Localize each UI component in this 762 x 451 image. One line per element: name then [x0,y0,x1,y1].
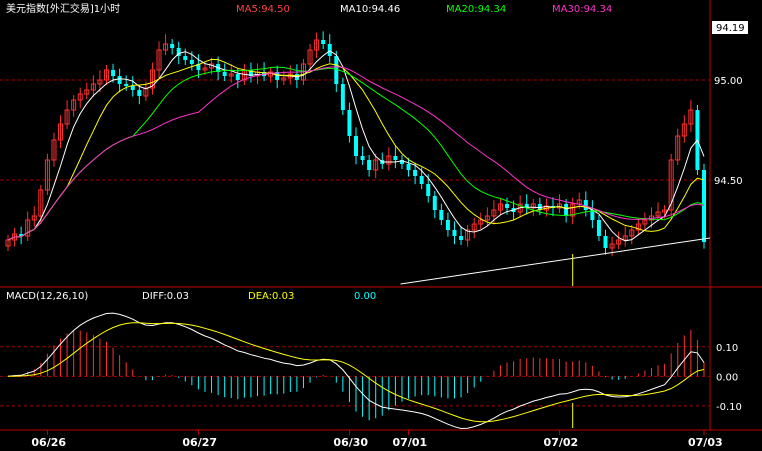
candle-down [439,210,444,220]
candle-down [596,220,601,236]
x-tick-label: 06/30 [333,436,368,449]
candle-down [419,176,424,184]
candle-down [189,60,194,64]
macd-readout: 0.00 [354,291,376,302]
x-tick-label: 06/27 [182,436,217,449]
candle-down [124,84,129,86]
candle-down [117,76,122,84]
candle-down [235,74,240,80]
candle-down [360,156,365,160]
candle-down [347,110,352,136]
y-axis-ticks: 95.00 94.50 0.10 0.00 -0.10 [714,76,743,413]
price-y-tick: 95.00 [714,76,743,87]
chart-title: 美元指数[外汇交易]1小时 [6,2,120,15]
candle-down [564,204,569,216]
candle-down [406,164,411,170]
candle-down [222,72,227,76]
x-tick-label: 06/26 [31,436,66,449]
diff-readout: DIFF:0.03 [142,291,189,302]
candle-down [137,90,142,96]
annotations [400,237,711,428]
ma10-readout: MA10:94.46 [340,4,400,15]
candle-down [413,170,418,176]
macd-histogram [14,329,705,421]
x-tick-label: 07/02 [544,436,579,449]
candle-down [459,236,464,240]
macd-y-tick: 0.00 [716,372,738,383]
macd-y-tick: -0.10 [716,402,742,413]
trend-line [400,237,711,285]
candle-down [702,170,706,242]
price-grid [0,79,710,181]
x-tick-label: 07/01 [393,436,428,449]
candle-down [426,184,431,196]
candle-down [327,44,332,56]
macd-label: MACD(12,26,10) [6,291,88,302]
candle-down [393,156,398,160]
chart-canvas: 美元指数[外汇交易]1小时 MA5:94.50 MA10:94.46 MA20:… [0,0,762,449]
candle-down [170,44,175,48]
candle-down [183,56,188,60]
x-axis-ticks: 06/26 06/27 06/30 07/01 07/02 07/03 [31,430,723,449]
dea-readout: DEA:0.03 [248,291,294,302]
candle-down [432,196,437,210]
macd-y-tick: 0.10 [716,343,738,354]
candle-down [603,236,608,248]
stock-chart: 美元指数[外汇交易]1小时 MA5:94.50 MA10:94.46 MA20:… [0,0,762,451]
candle-down [367,160,372,170]
candle-down [505,204,510,208]
price-y-tick: 94.50 [714,176,743,187]
candles [5,31,706,257]
candle-down [452,230,457,236]
x-tick-label: 07/03 [688,436,723,449]
ma30-readout: MA30:94.34 [552,4,612,15]
candle-down [340,84,345,110]
current-price-tag: 94.19 [716,23,745,34]
candle-down [321,40,326,44]
ma5-readout: MA5:94.50 [236,4,290,15]
candle-down [130,86,135,90]
candle-down [583,200,588,210]
candle-down [111,70,116,76]
candle-down [354,136,358,156]
ma20-readout: MA20:94.34 [446,4,506,15]
candle-down [445,220,450,230]
